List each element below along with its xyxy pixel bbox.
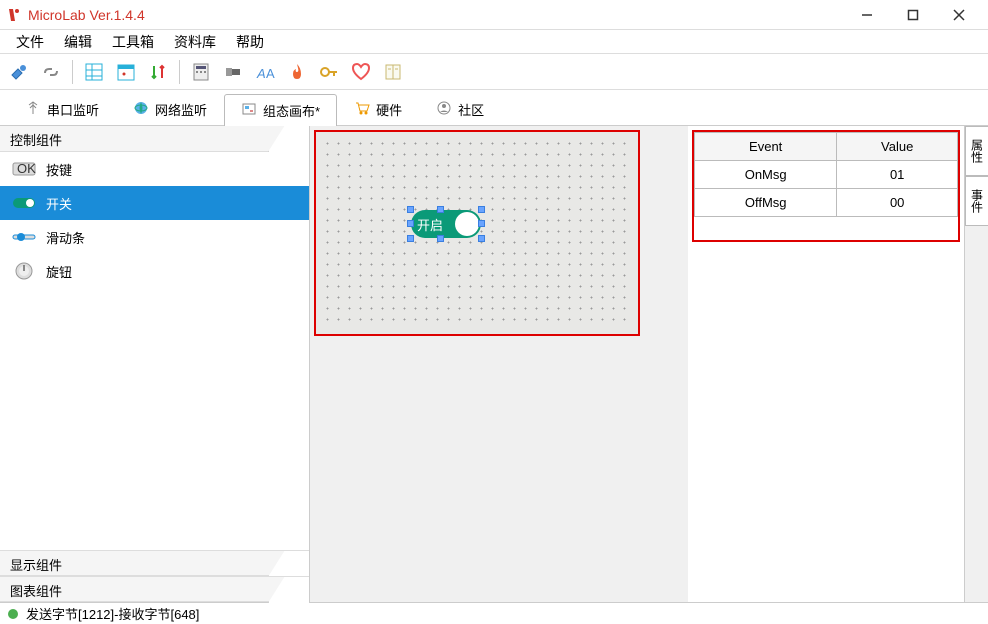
side-tab-attrs[interactable]: 属性 [965,126,988,176]
layout-icon [241,101,257,120]
tab-label: 硬件 [376,100,402,119]
separator [72,60,73,84]
separator [179,60,180,84]
selection-handle[interactable] [478,235,485,242]
connect-icon[interactable] [8,61,30,83]
slider-icon [12,229,36,245]
svg-text:OK: OK [17,162,36,176]
calculator-icon[interactable] [190,61,212,83]
community-icon [436,100,452,119]
key-icon[interactable] [318,61,340,83]
selection-handle[interactable] [437,235,444,242]
tab-canvas[interactable]: 组态画布* [224,94,337,126]
tab-serial[interactable]: 串口监听 [8,93,116,125]
close-button[interactable] [936,1,982,29]
component-sidebar: 控制组件 OK 按键 开关 滑动条 旋钮 显示组件 图表组件 [0,126,310,602]
app-icon [6,7,22,23]
events-table: Event Value OnMsg 01 OffMsg 00 [694,132,958,217]
knob-icon [12,263,36,279]
control-components-header[interactable]: 控制组件 [0,126,309,152]
selection-handle[interactable] [407,235,414,242]
selection-handle[interactable] [407,206,414,213]
status-indicator-icon [8,609,18,619]
link-icon[interactable] [40,61,62,83]
status-text: 发送字节[1212]-接收字节[648] [26,604,199,623]
fire-icon[interactable] [286,61,308,83]
selection-handle[interactable] [478,206,485,213]
tab-label: 组态画布* [263,101,320,120]
status-bar: 发送字节[1212]-接收字节[648] [0,602,988,624]
svg-text:A: A [266,66,275,81]
col-value[interactable]: Value [837,133,958,161]
maximize-button[interactable] [890,1,936,29]
switch-knob [455,212,479,236]
events-table-wrap: Event Value OnMsg 01 OffMsg 00 [692,130,960,242]
switch-icon [12,195,36,211]
side-tabs: 属性 事件 [964,126,988,602]
col-event[interactable]: Event [695,133,837,161]
selection-handle[interactable] [478,220,485,227]
tab-community[interactable]: 社区 [419,93,501,125]
cart-icon [354,100,370,119]
component-label: 旋钮 [46,262,72,281]
component-button[interactable]: OK 按键 [0,152,309,186]
ok-button-icon: OK [12,161,36,177]
title-bar: MicroLab Ver.1.4.4 [0,0,988,30]
book-icon[interactable] [382,61,404,83]
component-label: 开关 [46,194,72,213]
table-row[interactable]: OnMsg 01 [695,161,958,189]
menu-edit[interactable]: 编辑 [56,30,100,54]
component-label: 滑动条 [46,228,85,247]
antenna-icon [25,100,41,119]
workspace: 控制组件 OK 按键 开关 滑动条 旋钮 显示组件 图表组件 [0,126,988,602]
toolbar: AA [0,54,988,90]
tab-label: 串口监听 [47,100,99,119]
canvas-area[interactable]: 开启 [310,126,688,602]
menu-help[interactable]: 帮助 [228,30,272,54]
tab-label: 社区 [458,100,484,119]
font-icon[interactable]: AA [254,61,276,83]
switch-widget[interactable]: 开启 [411,210,481,238]
menu-database[interactable]: 资料库 [166,30,224,54]
menu-toolbox[interactable]: 工具箱 [104,30,162,54]
minimize-button[interactable] [844,1,890,29]
design-canvas[interactable]: 开启 [314,130,640,336]
display-components-header[interactable]: 显示组件 [0,550,309,576]
arrows-icon[interactable] [147,61,169,83]
component-knob[interactable]: 旋钮 [0,254,309,288]
calendar-icon[interactable] [115,61,137,83]
tab-hardware[interactable]: 硬件 [337,93,419,125]
properties-panel: Event Value OnMsg 01 OffMsg 00 属性 事件 [688,126,988,602]
grid-icon[interactable] [83,61,105,83]
heart-icon[interactable] [350,61,372,83]
menu-file[interactable]: 文件 [8,30,52,54]
switch-label: 开启 [417,215,443,234]
window-title: MicroLab Ver.1.4.4 [28,7,844,23]
usb-icon[interactable] [222,61,244,83]
table-row[interactable]: OffMsg 00 [695,189,958,217]
chart-components-header[interactable]: 图表组件 [0,576,309,602]
selection-handle[interactable] [407,220,414,227]
cell-event: OffMsg [695,189,837,217]
tab-label: 网络监听 [155,100,207,119]
tab-network[interactable]: 网络监听 [116,93,224,125]
component-list: OK 按键 开关 滑动条 旋钮 [0,152,309,550]
component-slider[interactable]: 滑动条 [0,220,309,254]
side-tab-events[interactable]: 事件 [965,176,988,226]
cell-event: OnMsg [695,161,837,189]
component-label: 按键 [46,160,72,179]
component-switch[interactable]: 开关 [0,186,309,220]
cell-value[interactable]: 00 [837,189,958,217]
tab-row: 串口监听 网络监听 组态画布* 硬件 社区 [0,90,988,126]
svg-text:A: A [256,66,266,81]
selection-handle[interactable] [437,206,444,213]
menu-bar: 文件 编辑 工具箱 资料库 帮助 [0,30,988,54]
cell-value[interactable]: 01 [837,161,958,189]
globe-icon [133,100,149,119]
